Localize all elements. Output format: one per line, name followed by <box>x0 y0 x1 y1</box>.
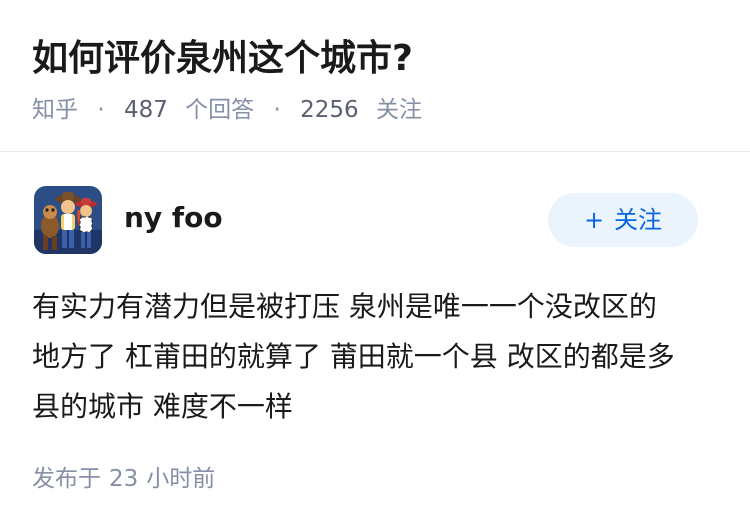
source-label: 知乎 <box>32 97 78 123</box>
cartoon-characters-avatar-icon <box>34 186 102 254</box>
answer-content[interactable]: 有实力有潜力但是被打压 泉州是唯一一个没改区的 地方了 杠莆田的就算了 莆田就一… <box>32 282 722 432</box>
separator-dot: · <box>97 97 105 123</box>
divider <box>0 151 750 152</box>
plus-icon: + <box>583 206 605 234</box>
follow-button-label: 关注 <box>614 206 663 234</box>
separator-dot: · <box>273 97 281 123</box>
followers-label: 关注 <box>375 97 422 123</box>
question-header: 如何评价泉州这个城市? 知乎 · 487 个回答 · 2256 关注 <box>0 0 750 152</box>
publish-number: 23 <box>109 466 139 492</box>
answers-label: 个回答 <box>185 97 255 123</box>
question-title[interactable]: 如何评价泉州这个城市? <box>32 34 413 84</box>
follow-button[interactable]: + 关注 <box>548 193 698 247</box>
answer-line: 县的城市 难度不一样 <box>32 390 293 423</box>
avatar[interactable] <box>34 186 102 254</box>
answer-line: 地方了 杠莆田的就算了 莆田就一个县 改区的都是多 <box>32 340 675 373</box>
publish-time: 发布于 23 小时前 <box>32 462 215 496</box>
question-meta: 知乎 · 487 个回答 · 2256 关注 <box>32 94 422 126</box>
answer-line: 有实力有潜力但是被打压 泉州是唯一一个没改区的 <box>32 290 657 323</box>
publish-unit: 小时前 <box>146 466 216 492</box>
answers-count: 487 <box>123 97 168 123</box>
followers-count: 2256 <box>300 97 359 123</box>
publish-prefix: 发布于 <box>32 466 101 492</box>
zhihu-answer-card: 如何评价泉州这个城市? 知乎 · 487 个回答 · 2256 关注 ny fo… <box>0 0 750 530</box>
author-name[interactable]: ny foo <box>124 200 223 236</box>
